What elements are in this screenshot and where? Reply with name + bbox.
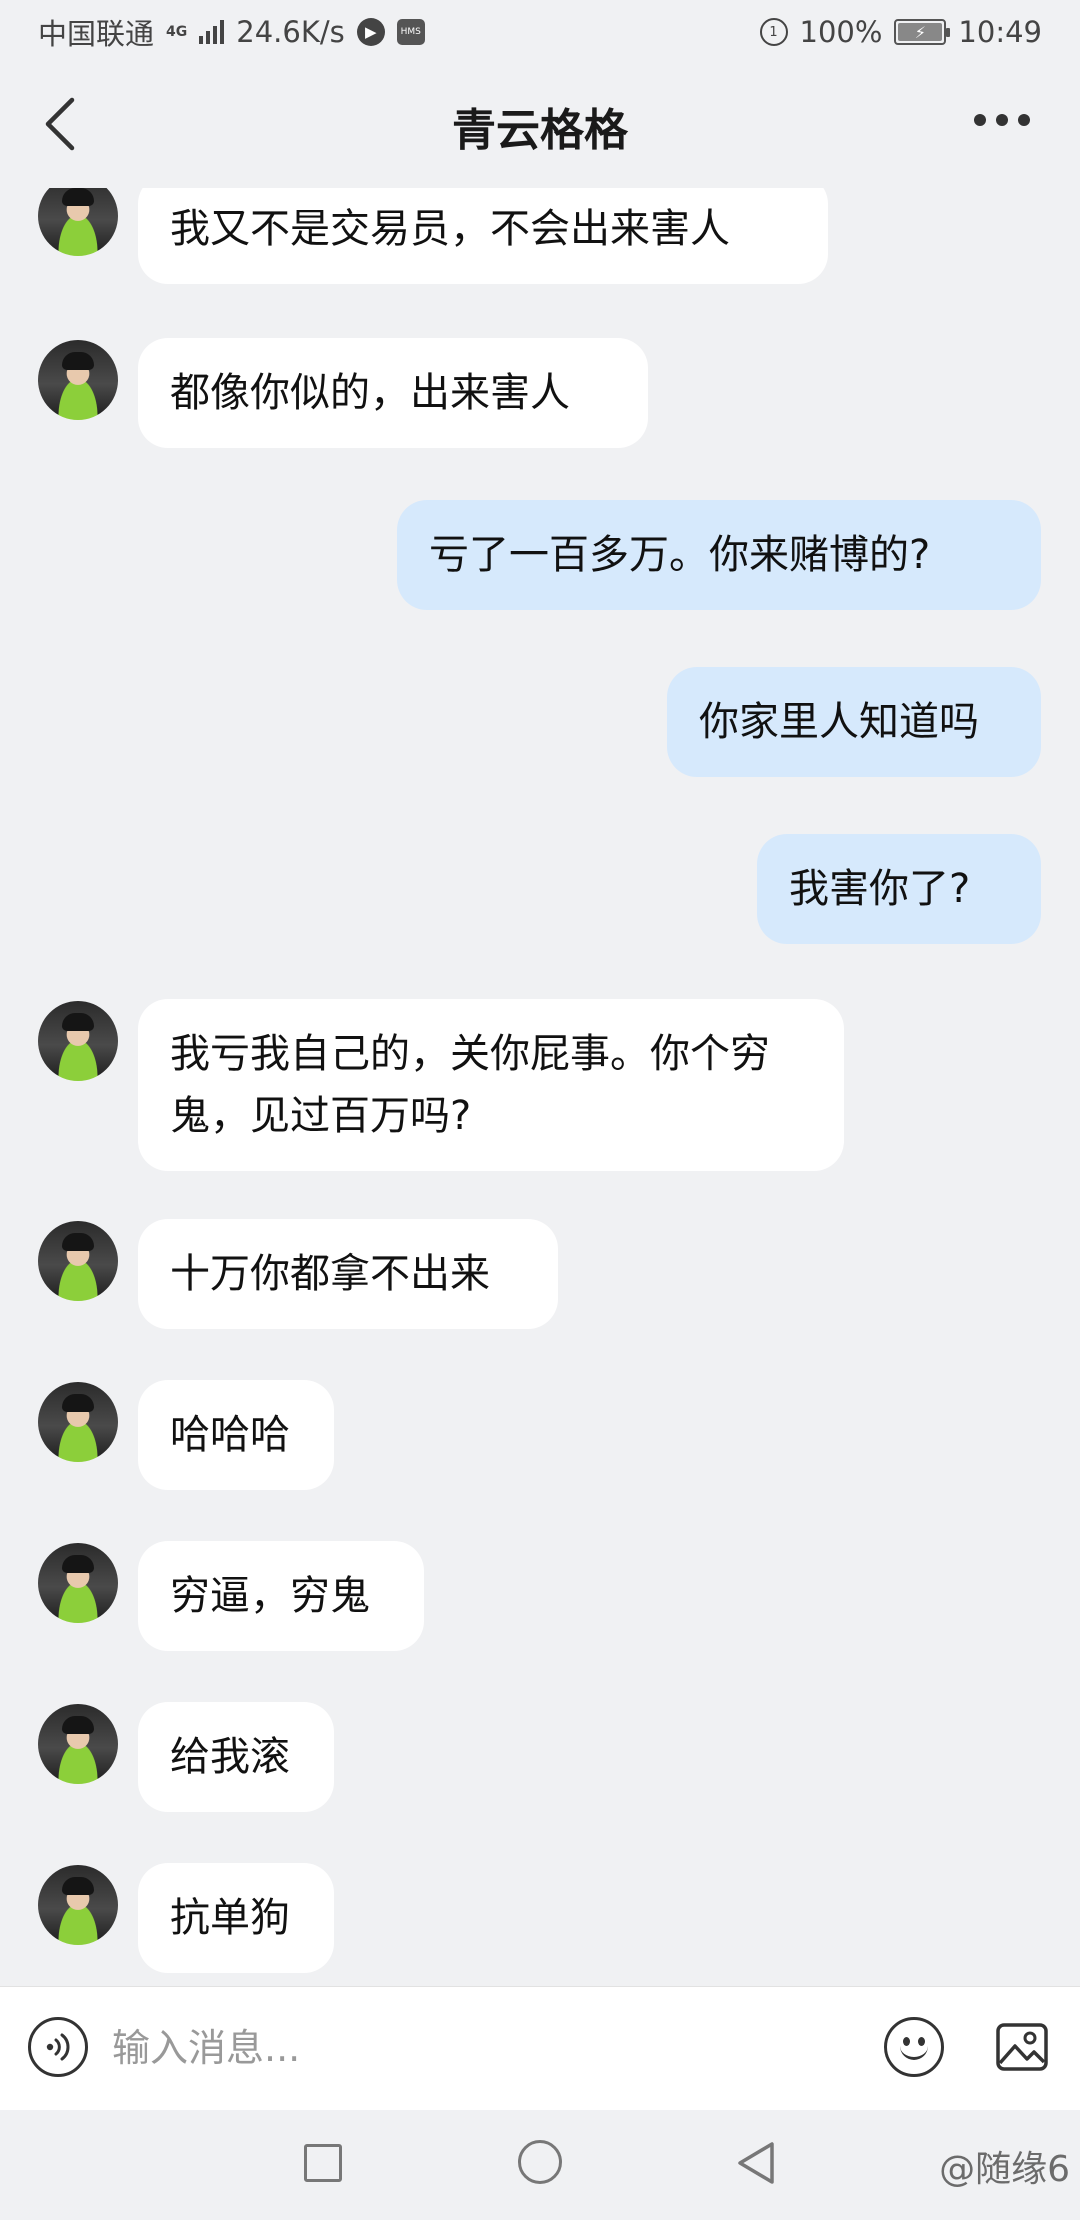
message-bubble[interactable]: 哈哈哈 — [138, 1380, 334, 1490]
message-bubble[interactable]: 我害你了? — [757, 834, 1041, 944]
avatar[interactable] — [38, 1865, 118, 1945]
message-input-bar — [0, 1986, 1080, 2110]
network-speed: 24.6K/s — [236, 15, 345, 49]
more-dots-icon — [974, 114, 986, 126]
message-bubble[interactable]: 亏了一百多万。你来赌博的? — [397, 500, 1041, 610]
data-saver-icon: 1 — [759, 18, 788, 46]
chat-messages[interactable]: 我又不是交易员，不会出来害人 都像你似的，出来害人 亏了一百多万。你来赌博的? … — [0, 188, 1080, 1986]
avatar[interactable] — [38, 1704, 118, 1784]
home-icon[interactable] — [518, 2140, 562, 2184]
clock: 10:49 — [958, 15, 1042, 49]
avatar[interactable] — [38, 1001, 118, 1081]
more-options-button[interactable] — [974, 114, 1030, 126]
back-triangle-icon[interactable] — [734, 2140, 778, 2186]
message-bubble[interactable]: 都像你似的，出来害人 — [138, 338, 648, 448]
message-input[interactable] — [112, 2013, 852, 2083]
message-bubble[interactable]: 穷逼，穷鬼 — [138, 1541, 424, 1651]
network-type: 4G — [166, 24, 188, 40]
battery-charging-icon: ⚡ — [894, 19, 951, 45]
avatar[interactable] — [38, 1543, 118, 1623]
voice-button[interactable] — [28, 2017, 88, 2077]
voice-icon — [46, 2033, 70, 2061]
image-icon[interactable] — [994, 2019, 1050, 2075]
chat-header: 青云格格 — [0, 64, 1080, 188]
carrier-name: 中国联通 — [38, 17, 155, 51]
chevron-left-icon — [45, 97, 75, 151]
message-bubble[interactable]: 十万你都拿不出来 — [138, 1219, 558, 1329]
watermark-text: @随缘6 — [939, 2149, 1070, 2190]
message-bubble[interactable]: 抗单狗 — [138, 1863, 334, 1973]
message-bubble[interactable]: 给我滚 — [138, 1702, 334, 1812]
avatar[interactable] — [38, 340, 118, 420]
status-left: 中国联通 4G 24.6K/s ▶ HMS — [38, 11, 425, 53]
message-bubble[interactable]: 我亏我自己的，关你屁事。你个穷鬼，见过百万吗? — [138, 999, 844, 1171]
status-right: 1 100% ⚡ 10:49 — [759, 15, 1042, 49]
status-bar: 中国联通 4G 24.6K/s ▶ HMS 1 100% ⚡ 10:49 — [0, 0, 1080, 64]
message-bubble[interactable]: 你家里人知道吗 — [667, 667, 1041, 777]
chat-title: 青云格格 — [452, 105, 628, 156]
hms-icon: HMS — [396, 19, 425, 45]
recent-apps-icon[interactable] — [304, 2144, 342, 2182]
play-icon: ▶ — [356, 18, 385, 46]
battery-percent: 100% — [799, 15, 883, 49]
avatar[interactable] — [38, 1382, 118, 1462]
emoji-icon — [900, 2044, 928, 2060]
message-bubble[interactable]: 我又不是交易员，不会出来害人 — [138, 188, 828, 284]
signal-icon — [199, 20, 225, 44]
system-navigation-bar: @随缘6 — [0, 2110, 1080, 2220]
avatar[interactable] — [38, 1221, 118, 1301]
avatar[interactable] — [38, 188, 118, 256]
back-button[interactable] — [30, 94, 90, 154]
emoji-button[interactable] — [884, 2017, 944, 2077]
